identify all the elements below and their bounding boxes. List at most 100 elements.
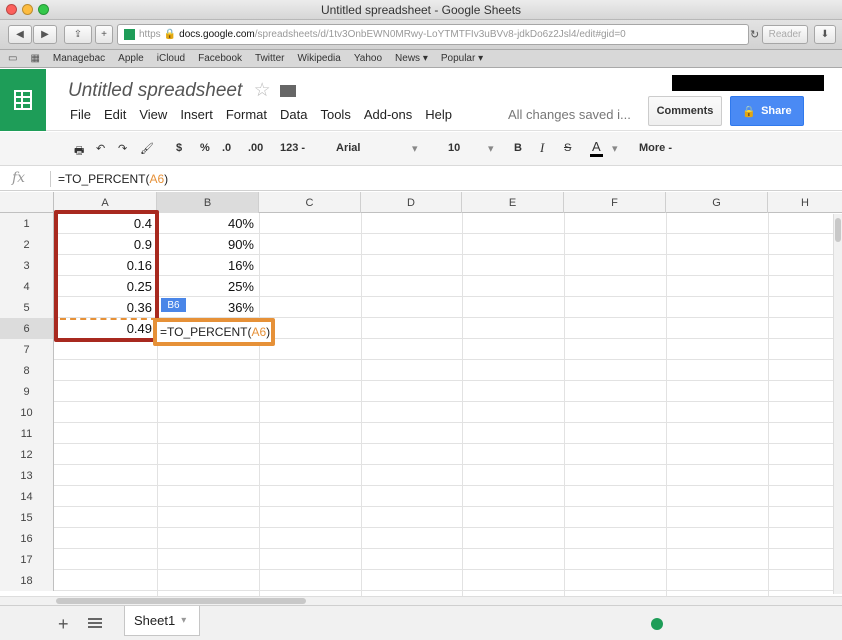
menu-insert[interactable]: Insert [180, 107, 213, 122]
menu-format[interactable]: Format [226, 107, 267, 122]
row-header[interactable]: 11 [0, 423, 54, 444]
chevron-down-icon[interactable]: ▾ [181, 615, 186, 626]
scroll-thumb[interactable] [56, 598, 306, 604]
increase-decimal-button[interactable]: .00 [248, 142, 263, 154]
lock-icon: 🔒 [742, 105, 757, 118]
font-size-select[interactable]: 10 [448, 142, 460, 154]
print-icon[interactable]: 🖶 [74, 142, 84, 161]
back-icon[interactable]: ◀ [8, 25, 32, 44]
row-header[interactable]: 13 [0, 465, 54, 486]
column-header-h[interactable]: H [768, 192, 842, 213]
menu-file[interactable]: File [70, 107, 91, 122]
menu-view[interactable]: View [139, 107, 167, 122]
row-header[interactable]: 15 [0, 507, 54, 528]
chevron-down-icon[interactable]: ▾ [612, 142, 618, 155]
cell-b2[interactable]: 90% [157, 234, 259, 255]
row-header[interactable]: 1 [0, 213, 54, 234]
share-button[interactable]: 🔒 Share [730, 96, 804, 126]
downloads-icon[interactable]: ⬇ [814, 25, 836, 44]
column-header-d[interactable]: D [361, 192, 462, 213]
comments-button[interactable]: Comments [648, 96, 722, 126]
bold-button[interactable]: B [514, 142, 522, 154]
text-color-button[interactable]: A [590, 139, 603, 157]
more-formats-button[interactable]: 123 - [280, 142, 305, 154]
bookmark-item[interactable]: Wikipedia [297, 53, 340, 64]
cell-b4[interactable]: 25% [157, 276, 259, 297]
column-header-b[interactable]: B [157, 192, 259, 213]
font-select[interactable]: Arial [336, 142, 360, 154]
bookmark-item[interactable]: Managebac [53, 53, 105, 64]
row-header[interactable]: 5 [0, 297, 54, 318]
forward-icon[interactable]: ▶ [33, 25, 57, 44]
bookmark-item[interactable]: Popular ▾ [441, 53, 483, 64]
more-button[interactable]: More - [639, 142, 672, 154]
vertical-scrollbar[interactable] [833, 214, 842, 594]
menu-addons[interactable]: Add-ons [364, 107, 412, 122]
undo-icon[interactable]: ↶ [96, 142, 105, 155]
chevron-down-icon[interactable]: ▾ [412, 142, 418, 155]
bookmark-item[interactable]: Apple [118, 53, 144, 64]
scroll-thumb[interactable] [835, 218, 841, 242]
bookmark-item[interactable]: Facebook [198, 53, 242, 64]
select-all-corner[interactable] [0, 192, 54, 213]
percent-button[interactable]: % [200, 142, 210, 154]
row-header[interactable]: 8 [0, 360, 54, 381]
sheets-logo-icon[interactable] [0, 69, 46, 131]
paint-format-icon[interactable]: 🖌 [140, 142, 154, 155]
currency-button[interactable]: $ [176, 142, 182, 154]
column-header-e[interactable]: E [462, 192, 564, 213]
folder-icon[interactable] [279, 84, 296, 97]
row-header[interactable]: 10 [0, 402, 54, 423]
menu-tools[interactable]: Tools [320, 107, 350, 122]
menu-help[interactable]: Help [425, 107, 452, 122]
chevron-down-icon[interactable]: ▾ [488, 142, 494, 155]
bookmark-item[interactable]: Twitter [255, 53, 284, 64]
address-bar[interactable]: https 🔒 docs.google.com /spreadsheets/d/… [117, 24, 749, 45]
row-header[interactable]: 4 [0, 276, 54, 297]
column-header-c[interactable]: C [259, 192, 361, 213]
menu-edit[interactable]: Edit [104, 107, 126, 122]
row-header[interactable]: 2 [0, 234, 54, 255]
add-sheet-button[interactable]: + [58, 614, 69, 635]
row-header[interactable]: 12 [0, 444, 54, 465]
column-header-g[interactable]: G [666, 192, 768, 213]
row-header[interactable]: 18 [0, 570, 54, 591]
bookmark-item[interactable]: iCloud [157, 53, 185, 64]
table-row: 7 [0, 339, 842, 360]
cell-b1[interactable]: 40% [157, 213, 259, 234]
row-header[interactable]: 16 [0, 528, 54, 549]
row-header[interactable]: 6 [0, 318, 54, 339]
decrease-decimal-button[interactable]: .0 [222, 142, 231, 154]
sheet-tab[interactable]: Sheet1 ▾ [124, 606, 200, 636]
cell-b3[interactable]: 16% [157, 255, 259, 276]
sheet-list-icon[interactable] [88, 617, 102, 629]
check-icon[interactable] [651, 618, 663, 630]
menu-data[interactable]: Data [280, 107, 307, 122]
table-row: 10 [0, 402, 842, 423]
row-header[interactable]: 9 [0, 381, 54, 402]
reload-icon[interactable]: ↻ [750, 28, 759, 41]
strikethrough-button[interactable]: S [564, 142, 571, 154]
reader-button[interactable]: Reader [762, 25, 808, 44]
italic-button[interactable]: I [540, 140, 544, 156]
share-page-icon[interactable]: ⇪ [64, 25, 92, 44]
row-header[interactable]: 14 [0, 486, 54, 507]
column-header-f[interactable]: F [564, 192, 666, 213]
formula-bar: fx =TO_PERCENT(A6) [0, 167, 842, 191]
star-icon[interactable]: ☆ [254, 80, 271, 101]
row-header[interactable]: 3 [0, 255, 54, 276]
row-header[interactable]: 7 [0, 339, 54, 360]
bookmark-item[interactable]: News ▾ [395, 53, 428, 64]
doc-title[interactable]: Untitled spreadsheet ☆ [68, 79, 296, 102]
top-sites-icon[interactable]: ▦ [30, 53, 39, 64]
redo-icon[interactable]: ↷ [118, 142, 127, 155]
reading-list-icon[interactable]: ▭ [8, 53, 17, 64]
save-status[interactable]: All changes saved i... [508, 107, 631, 122]
formula-input[interactable]: =TO_PERCENT(A6) [58, 172, 168, 186]
new-tab-icon[interactable]: + [95, 25, 113, 44]
format-toolbar: 🖶 ↶ ↷ 🖌 $ % .0 .00 123 - Arial ▾ 10 ▾ B … [0, 132, 842, 166]
row-header[interactable]: 17 [0, 549, 54, 570]
bookmark-item[interactable]: Yahoo [354, 53, 382, 64]
cell-editor[interactable]: =TO_PERCENT(A6) [153, 318, 275, 346]
horizontal-scrollbar[interactable] [0, 596, 842, 605]
